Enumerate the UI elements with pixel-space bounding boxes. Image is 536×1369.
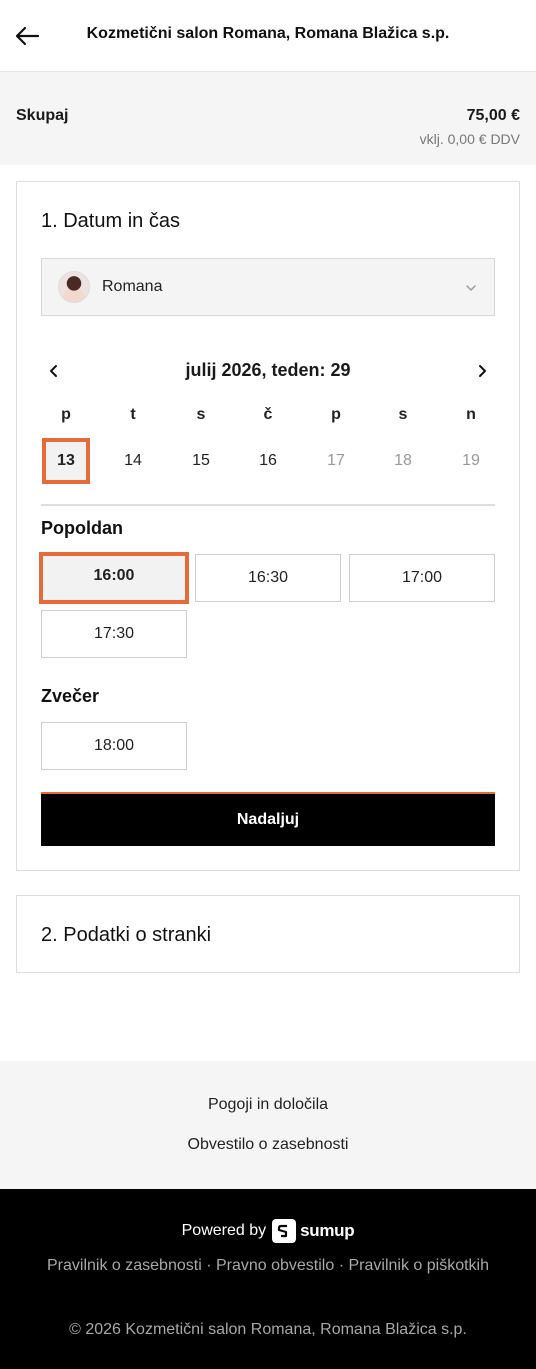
calendar-day[interactable]: 15 [177,438,225,484]
weekday-label: p [61,406,71,423]
back-button[interactable] [10,19,44,53]
chevron-left-icon [50,365,57,377]
page-title: Kozmetični salon Romana, Romana Blažica … [86,25,450,42]
weekday-label: č [263,406,273,423]
vat-note: vklj. 0,00 € DDV [419,131,520,147]
calendar-day-disabled: 19 [462,452,480,469]
sumup-icon [272,1219,297,1243]
time-slot[interactable]: 18:00 [41,722,187,770]
order-summary: Skupaj 75,00 € vklj. 0,00 € DDV [0,72,536,165]
calendar-day-selected[interactable]: 13 [42,438,90,484]
time-slot[interactable]: 17:00 [349,554,495,602]
weekday-label: p [331,406,341,423]
legal-notice-link[interactable]: Pravno obvestilo [216,1257,334,1274]
total-label: Skupaj [16,107,69,124]
weekday-label: t [130,406,136,423]
calendar-day[interactable]: 16 [244,438,292,484]
staff-select[interactable]: Romana [41,258,495,316]
privacy-policy-link[interactable]: Pravilnik o zasebnosti [47,1257,202,1274]
divider [41,504,495,506]
calendar-title: julij 2026, teden: 29 [185,360,351,380]
customer-details-step[interactable]: 2. Podatki o stranki [16,895,520,973]
time-slot-selected[interactable]: 16:00 [39,552,189,604]
privacy-notice-link[interactable]: Obvestilo o zasebnosti [0,1136,536,1154]
terms-link[interactable]: Pogoji in določila [0,1096,536,1114]
footer: Powered by sumup Pravilnik o zasebnosti … [0,1189,536,1369]
staff-avatar [58,271,90,303]
arrow-left-icon [15,26,40,46]
calendar-day-disabled: 18 [394,452,412,469]
sumup-wordmark: sumup [300,1221,355,1240]
calendar-day-disabled: 17 [327,452,345,469]
evening-label: Zvečer [41,686,100,706]
next-week-button[interactable] [471,360,493,382]
separator: · [201,1257,216,1274]
policy-links: Pogoji in določila Obvestilo o zasebnost… [0,1061,536,1189]
sumup-logo[interactable]: sumup [272,1219,355,1243]
staff-name: Romana [102,278,163,295]
copyright: © 2026 Kozmetični salon Romana, Romana B… [69,1321,467,1338]
chevron-right-icon [479,365,486,377]
powered-by-label: Powered by [181,1222,267,1239]
legal-links: Pravilnik o zasebnosti · Pravno obvestil… [0,1257,536,1275]
time-slot[interactable]: 16:30 [195,554,341,602]
chevron-down-icon [466,285,476,291]
total-price: 75,00 € [466,107,520,124]
weekday-label: s [196,406,206,423]
calendar-day[interactable]: 14 [109,438,157,484]
afternoon-label: Popoldan [41,518,123,538]
step-title: 1. Datum in čas [41,210,180,232]
continue-button[interactable]: Nadaljuj [41,792,495,846]
step-title: 2. Podatki o stranki [41,924,212,946]
cookie-policy-link[interactable]: Pravilnik o piškotkih [348,1257,489,1274]
prev-week-button[interactable] [43,360,65,382]
powered-by: Powered by sumup [0,1219,536,1243]
date-time-step: 1. Datum in čas Romana julij 2026, teden… [16,181,520,871]
separator: · [334,1257,349,1274]
weekday-label: n [466,406,476,423]
weekday-label: s [398,406,408,423]
time-slot[interactable]: 17:30 [41,610,187,658]
top-bar: Kozmetični salon Romana, Romana Blažica … [0,0,536,72]
